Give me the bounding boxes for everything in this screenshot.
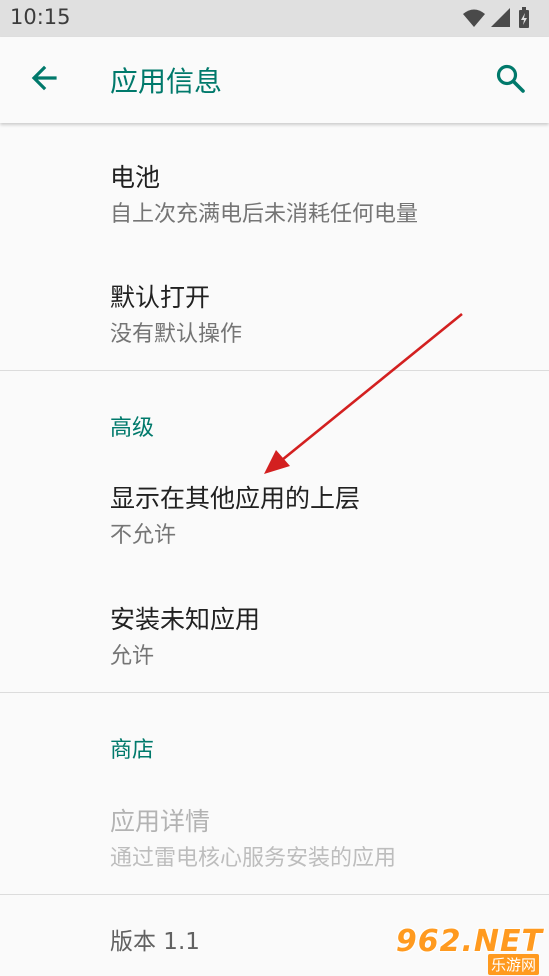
- app-bar: 应用信息: [0, 37, 549, 123]
- install-unknown-apps-subtitle: 允许: [110, 644, 155, 669]
- app-details-subtitle: 通过雷电核心服务安装的应用: [110, 846, 397, 871]
- section-header-advanced: 高级: [110, 416, 155, 441]
- install-unknown-apps-title: 安装未知应用: [110, 605, 261, 634]
- app-details-title: 应用详情: [110, 807, 211, 836]
- battery-title: 电池: [110, 163, 161, 192]
- divider: [0, 894, 549, 895]
- divider: [0, 370, 549, 371]
- watermark-logo: 962.NET 乐游网: [396, 924, 543, 975]
- default-open-item[interactable]: 默认打开 没有默认操作: [0, 278, 549, 348]
- display-over-apps-item[interactable]: 显示在其他应用的上层 不允许: [0, 479, 549, 549]
- battery-item[interactable]: 电池 自上次充满电后未消耗任何电量: [0, 158, 549, 228]
- status-icons: [461, 6, 541, 30]
- section-header-store: 商店: [110, 738, 155, 763]
- signal-icon: [491, 8, 510, 27]
- install-unknown-apps-item[interactable]: 安装未知应用 允许: [0, 600, 549, 670]
- battery-subtitle: 自上次充满电后未消耗任何电量: [110, 202, 419, 227]
- battery-icon: [519, 7, 529, 28]
- default-open-subtitle: 没有默认操作: [110, 322, 243, 347]
- watermark-subtext: 乐游网: [487, 954, 539, 975]
- arrow-back-icon[interactable]: [25, 61, 61, 97]
- wifi-icon: [463, 9, 485, 27]
- default-open-title: 默认打开: [110, 283, 211, 312]
- status-time: 10:15: [10, 5, 71, 29]
- search-icon[interactable]: [493, 61, 529, 97]
- display-over-apps-title: 显示在其他应用的上层: [110, 484, 361, 513]
- display-over-apps-subtitle: 不允许: [110, 523, 177, 548]
- status-bar: 10:15: [0, 0, 549, 37]
- app-details-item: 应用详情 通过雷电核心服务安装的应用: [0, 802, 549, 872]
- version-text: 版本 1.1: [110, 929, 200, 955]
- divider: [0, 692, 549, 693]
- page-title: 应用信息: [110, 65, 223, 98]
